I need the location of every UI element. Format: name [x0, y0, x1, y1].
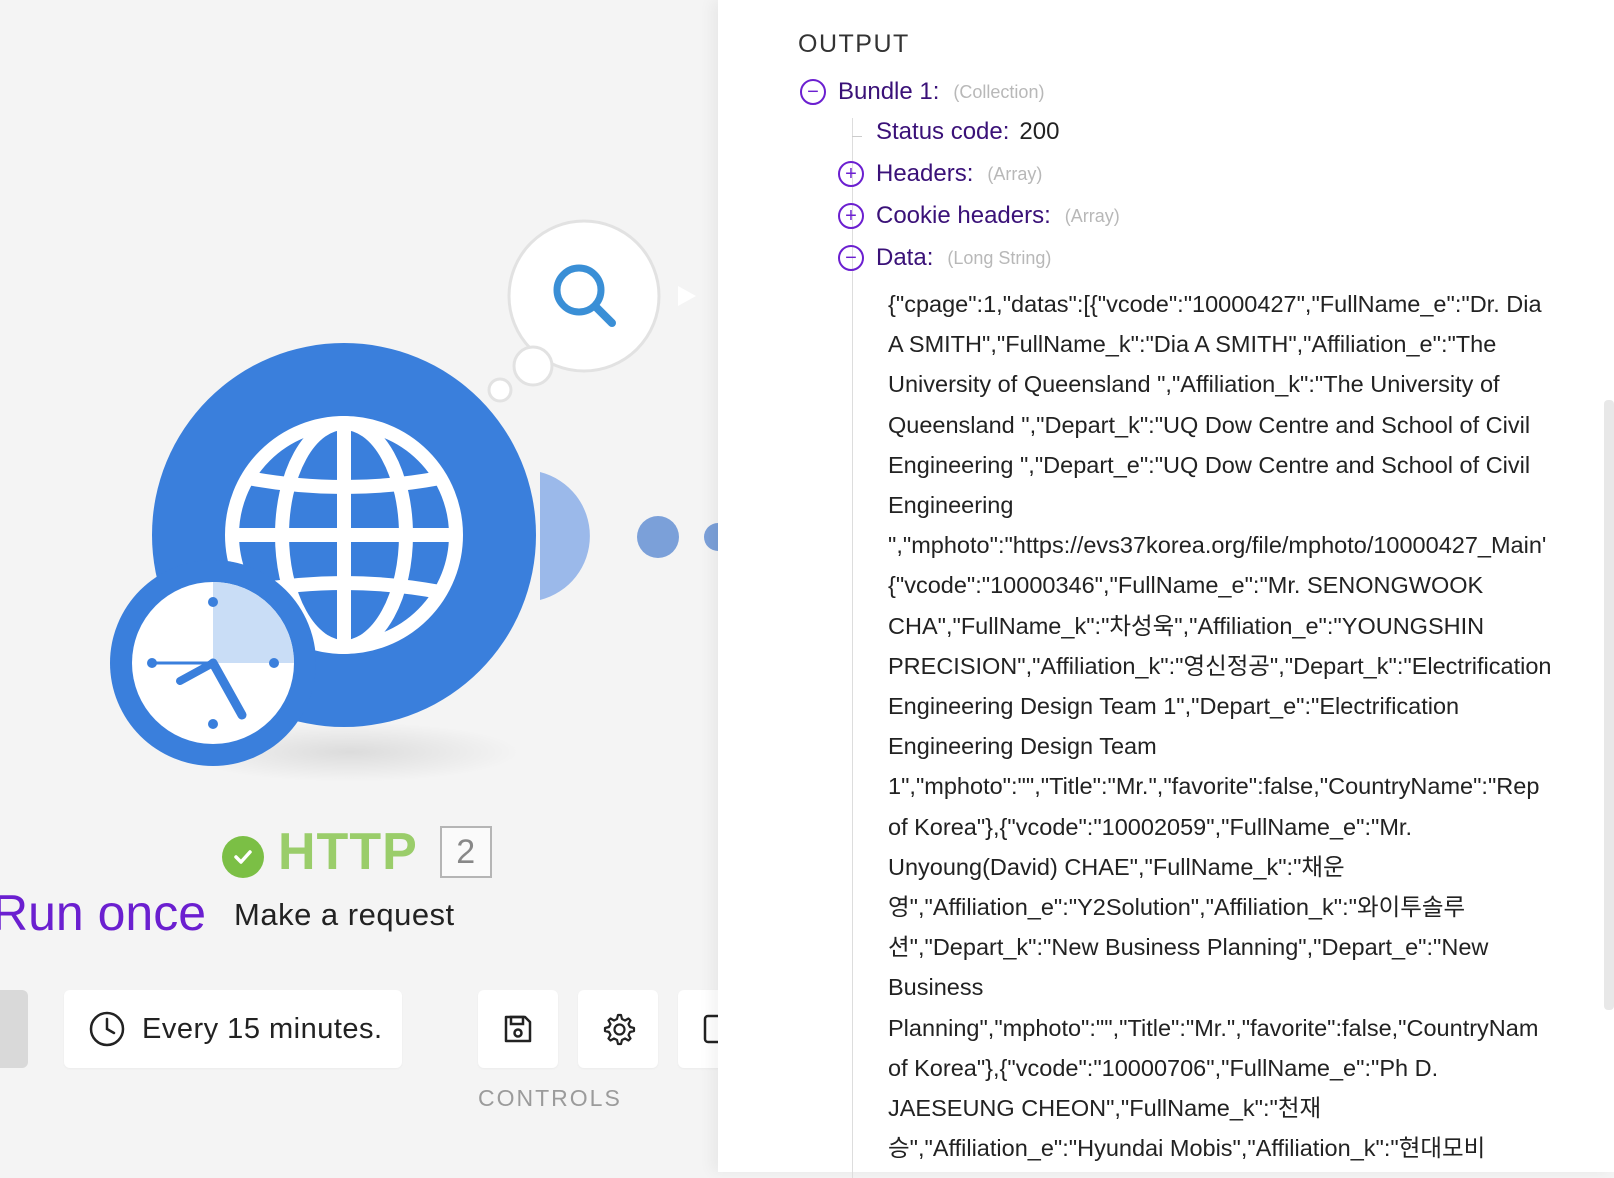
cookie-headers-type: (Array)	[1064, 205, 1120, 226]
bundle-key: Bundle 1:	[838, 78, 940, 105]
data-line: JAESEUNG CHEON","FullName_k":"천재	[888, 1095, 1322, 1122]
collapse-icon[interactable]: −	[838, 245, 864, 271]
data-line: Business	[888, 974, 984, 1001]
headers-row[interactable]: + Headers: (Array)	[838, 160, 1042, 188]
toolbar-button-partial[interactable]	[0, 990, 28, 1068]
module-title-row: HTTP 2	[222, 826, 492, 878]
module-name: HTTP	[278, 823, 418, 881]
tree-connector	[852, 136, 862, 137]
http-module[interactable]	[100, 340, 560, 800]
toolbar-button-partial-right[interactable]	[678, 990, 720, 1068]
data-line: Engineering Design Team	[888, 733, 1157, 760]
expand-icon[interactable]: +	[838, 203, 864, 229]
headers-key: Headers:	[876, 160, 974, 187]
clock-icon	[110, 560, 316, 766]
settings-button[interactable]	[578, 990, 658, 1068]
data-line: PRECISION","Affiliation_k":"영신정공","Depar…	[888, 652, 1552, 679]
tree-guide-line	[852, 118, 853, 1178]
collapse-icon[interactable]: −	[800, 79, 826, 105]
output-section-title: OUTPUT	[798, 30, 910, 58]
data-line: Engineering ","Depart_e":"UQ Dow Centre …	[888, 451, 1531, 478]
data-line: Queensland ","Depart_k":"UQ Dow Centre a…	[888, 411, 1531, 438]
run-once-button[interactable]: Run once	[0, 888, 206, 938]
data-line: Unyoung(David) CHAE","FullName_k":"채운	[888, 853, 1345, 880]
clock-icon	[89, 1011, 125, 1047]
data-row[interactable]: − Data: (Long String)	[838, 244, 1051, 272]
status-code-key: Status code:	[876, 118, 1010, 145]
gear-icon	[603, 1013, 636, 1046]
data-long-string-value: {"cpage":1,"datas":[{"vcode":"10000427",…	[888, 284, 1578, 1174]
status-code-row: Status code: 200	[876, 118, 1059, 146]
bundle-type: (Collection)	[953, 81, 1045, 102]
schedule-button[interactable]: Every 15 minutes.	[64, 990, 402, 1068]
scenario-canvas: HTTP 2 Make a request Run once Every 15 …	[0, 0, 720, 1172]
schedule-label: Every 15 minutes.	[142, 1012, 383, 1045]
data-line: 영","Affiliation_e":"Y2Solution","Affilia…	[888, 894, 1466, 921]
module-id-badge: 2	[439, 826, 492, 878]
headers-type: (Array)	[987, 163, 1043, 184]
status-code-value: 200	[1019, 118, 1060, 145]
data-line: 승","Affiliation_e":"Hyundai Mobis","Affi…	[888, 1135, 1486, 1162]
data-line: Engineering Design Team 1","Depart_e":"E…	[888, 693, 1460, 720]
data-line: CHA","FullName_k":"차성욱","Affiliation_e":…	[888, 612, 1485, 639]
data-type: (Long String)	[947, 247, 1052, 268]
data-line: of Korea"},{"vcode":"10000706","FullName…	[888, 1054, 1439, 1081]
data-line: University of Queensland ","Affiliation_…	[888, 371, 1500, 398]
data-line: 션","Depart_k":"New Business Planning","D…	[888, 934, 1489, 961]
data-line: 1","mphoto":"","Title":"Mr.","favorite":…	[888, 773, 1540, 800]
data-line: of Korea"},{"vcode":"10002059","FullName…	[888, 813, 1412, 840]
data-line: ","mphoto":"https://evs37korea.org/file/…	[888, 532, 1547, 559]
data-key: Data:	[876, 244, 934, 271]
controls-section-label: CONTROLS	[478, 1085, 622, 1111]
data-line: Engineering	[888, 492, 1014, 519]
cookie-headers-key: Cookie headers:	[876, 202, 1051, 229]
bundle-1-row[interactable]: − Bundle 1: (Collection)	[800, 78, 1044, 106]
module-action-label: Make a request	[234, 897, 455, 932]
data-line: {"vcode":"10000346","FullName_e":"Mr. SE…	[888, 572, 1484, 599]
check-icon	[222, 836, 264, 878]
data-line: A SMITH","FullName_k":"Dia A SMITH","Aff…	[888, 331, 1497, 358]
data-line: Planning","mphoto":"","Title":"Mr.","fav…	[888, 1014, 1539, 1041]
save-button[interactable]	[478, 990, 558, 1068]
cookie-headers-row[interactable]: + Cookie headers: (Array)	[838, 202, 1120, 230]
save-icon	[504, 1015, 532, 1043]
data-line: {"cpage":1,"datas":[{"vcode":"10000427",…	[888, 291, 1542, 317]
expand-icon[interactable]: +	[838, 161, 864, 187]
panel-scrollbar[interactable]	[1604, 400, 1614, 1010]
